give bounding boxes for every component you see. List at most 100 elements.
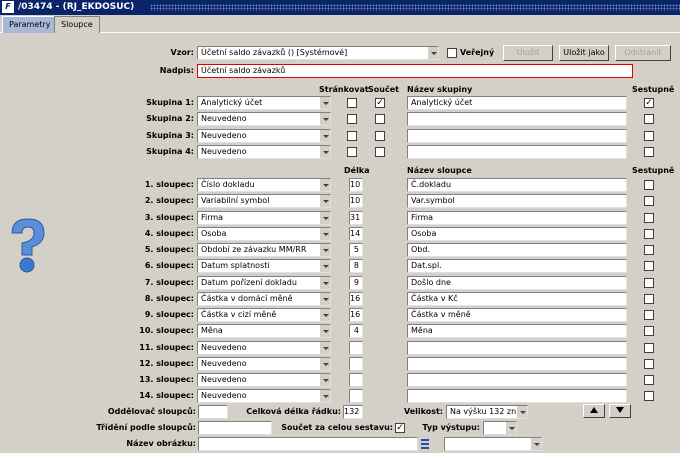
sestupne-checkbox[interactable] (644, 114, 654, 125)
trideni-input[interactable] (198, 421, 272, 435)
group-name-input[interactable]: Analytický účet (407, 96, 627, 110)
help-icon[interactable] (4, 215, 48, 275)
column-name-input[interactable] (407, 356, 627, 371)
move-down-button[interactable] (609, 404, 631, 418)
field-select[interactable]: Variabilní symbol (197, 194, 331, 209)
delka-input[interactable]: 9 (349, 275, 363, 290)
sestupne-checkbox[interactable] (644, 391, 654, 402)
verejny-checkbox[interactable] (447, 48, 457, 58)
sestupne-checkbox[interactable] (644, 375, 654, 385)
soucet-celou-checkbox[interactable]: ✓ (395, 423, 405, 433)
delka-input[interactable]: 10 (349, 194, 363, 209)
delka-input[interactable]: 16 (349, 308, 363, 322)
field-select[interactable]: Datum splatnosti (197, 259, 331, 274)
column-name-input[interactable]: Osoba (407, 226, 627, 241)
strankovat-checkbox[interactable] (347, 130, 357, 141)
sestupne-checkbox[interactable] (644, 358, 654, 369)
column-name-input[interactable] (407, 373, 627, 387)
strankovat-checkbox[interactable] (347, 114, 357, 125)
delka-input[interactable]: 10 (349, 178, 363, 192)
column-name-input[interactable]: Obd. (407, 243, 627, 257)
delka-input[interactable]: 4 (349, 324, 363, 339)
sestupne-checkbox[interactable] (644, 196, 654, 207)
field-select[interactable]: Neuvedeno (197, 389, 331, 404)
nadpis-label: Nadpis: (159, 66, 194, 75)
sestupne-checkbox[interactable] (644, 228, 654, 239)
field-select[interactable]: Neuvedeno (197, 112, 331, 127)
tab-parametry[interactable]: Parametry (2, 16, 58, 33)
delka-input[interactable] (349, 373, 363, 387)
column-name-input[interactable]: Firma (407, 210, 627, 225)
column-name-input[interactable]: Dat.spl. (407, 259, 627, 274)
column-name-input[interactable]: Částka v měně (407, 308, 627, 322)
field-select[interactable]: Analytický účet (197, 96, 331, 110)
column-name-input[interactable]: Částka v Kč (407, 291, 627, 306)
typ-vystupu-select[interactable] (483, 421, 517, 435)
sestupne-checkbox[interactable] (644, 180, 654, 190)
chevron-down-icon (319, 146, 330, 159)
soucet-checkbox[interactable] (375, 130, 385, 141)
obrazek-select[interactable] (444, 437, 542, 451)
field-select[interactable]: Neuvedeno (197, 340, 331, 355)
move-up-button[interactable] (583, 404, 605, 418)
delka-input[interactable]: 31 (349, 210, 363, 225)
sestupne-checkbox[interactable] (644, 277, 654, 288)
sestupne-checkbox[interactable] (644, 261, 654, 272)
velikost-select[interactable]: Na výšku 132 zn. (446, 405, 528, 419)
delka-input[interactable] (349, 389, 363, 404)
group-name-input[interactable] (407, 112, 627, 127)
delka-input[interactable]: 16 (349, 291, 363, 306)
field-select[interactable]: Měna (197, 324, 331, 339)
delka-input[interactable] (349, 340, 363, 355)
nazev-obrazku-input[interactable] (198, 437, 418, 451)
sestupne-checkbox[interactable] (644, 212, 654, 223)
soucet-checkbox[interactable] (375, 114, 385, 125)
field-select[interactable]: Neuvedeno (197, 145, 331, 160)
oddelovac-input[interactable] (198, 405, 228, 419)
sestupne-checkbox[interactable] (644, 147, 654, 158)
field-select[interactable]: Osoba (197, 226, 331, 241)
field-select[interactable]: Částka v cizí měně (197, 308, 331, 322)
tab-sloupce[interactable]: Sloupce (54, 16, 100, 33)
field-select[interactable]: Částka v domácí měně (197, 291, 331, 306)
column-name-input[interactable]: Měna (407, 324, 627, 339)
sestupne-checkbox[interactable]: ✓ (644, 98, 654, 108)
field-select[interactable]: Neuvedeno (197, 356, 331, 371)
chevron-down-icon (319, 341, 330, 354)
strankovat-checkbox[interactable] (347, 147, 357, 158)
save-as-button[interactable]: Uložit jako (559, 45, 609, 61)
list-picker-icon[interactable] (420, 437, 430, 451)
group-name-input[interactable] (407, 145, 627, 160)
group-name-input[interactable] (407, 128, 627, 143)
nadpis-input[interactable]: Účetní saldo závazků (197, 64, 633, 78)
strankovat-checkbox[interactable] (347, 98, 357, 108)
save-button[interactable]: Uložit (503, 45, 553, 61)
column-name-input[interactable]: Var.symbol (407, 194, 627, 209)
sestupne-checkbox[interactable] (644, 245, 654, 255)
field-select[interactable]: Číslo dokladu (197, 178, 331, 192)
vzor-select[interactable]: Účetní saldo závazků () [Systémové] (197, 46, 439, 60)
sestupne-checkbox[interactable] (644, 342, 654, 353)
sestupne-checkbox[interactable] (644, 130, 654, 141)
verejny-label: Veřejný (460, 48, 495, 57)
sestupne-checkbox[interactable] (644, 326, 654, 337)
sestupne-checkbox[interactable] (644, 310, 654, 320)
field-select[interactable]: Firma (197, 210, 331, 225)
soucet-checkbox[interactable]: ✓ (375, 98, 385, 108)
trideni-label: Třídění podle sloupců: (96, 423, 196, 432)
field-select[interactable]: Neuvedeno (197, 373, 331, 387)
delka-input[interactable]: 5 (349, 243, 363, 257)
field-select[interactable]: Období ze závazku MM/RR (197, 243, 331, 257)
column-name-input[interactable] (407, 340, 627, 355)
column-name-input[interactable] (407, 389, 627, 404)
column-name-input[interactable]: Došlo dne (407, 275, 627, 290)
field-select[interactable]: Datum pořízení dokladu (197, 275, 331, 290)
column-name-input[interactable]: Č.dokladu (407, 178, 627, 192)
delete-button[interactable]: Odstranit (615, 45, 671, 61)
delka-input[interactable]: 14 (349, 226, 363, 241)
delka-input[interactable] (349, 356, 363, 371)
delka-input[interactable]: 8 (349, 259, 363, 274)
sestupne-checkbox[interactable] (644, 293, 654, 304)
soucet-checkbox[interactable] (375, 147, 385, 158)
field-select[interactable]: Neuvedeno (197, 128, 331, 143)
